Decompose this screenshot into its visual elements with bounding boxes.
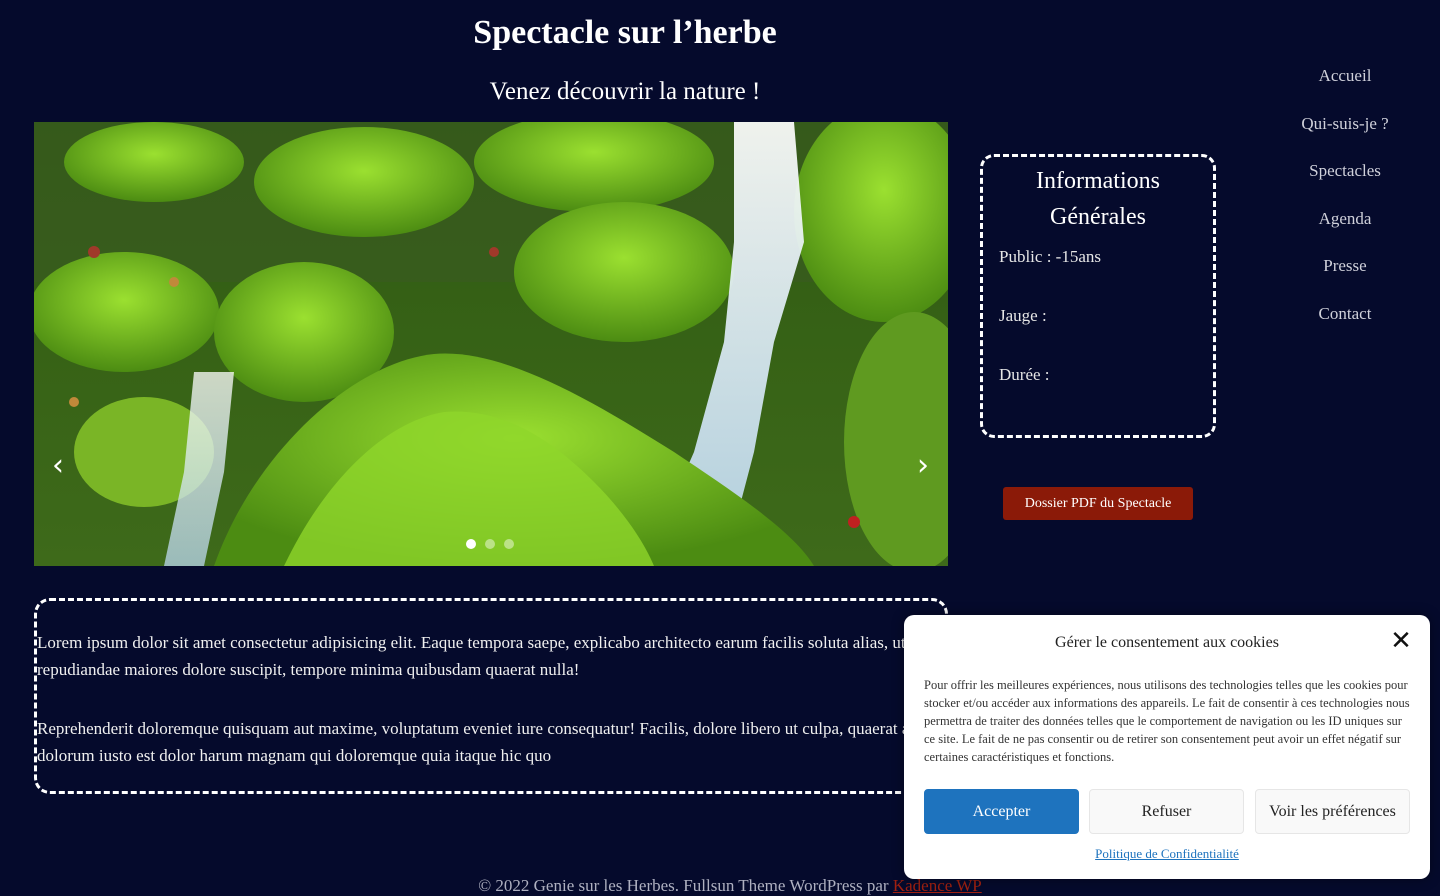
description-paragraph-2: Reprehenderit doloremque quisquam aut ma… (37, 719, 948, 765)
description-paragraph-1: Lorem ipsum dolor sit amet consectetur a… (37, 633, 948, 679)
slider-prev-button[interactable]: ‹ (48, 451, 68, 481)
info-title: Informations Générales (1036, 168, 1160, 230)
nav-item-presse[interactable]: Presse (1323, 252, 1366, 300)
info-box: Informations Générales Public : -15ans J… (980, 154, 1216, 438)
info-jauge: Jauge : (999, 306, 1047, 325)
cookie-preferences-button[interactable]: Voir les préférences (1255, 789, 1410, 834)
info-public: Public : -15ans (999, 247, 1101, 266)
slider-pagination (466, 539, 514, 549)
main-nav: Accueil Qui-suis-je ? Spectacles Agenda … (1262, 62, 1428, 348)
info-duree: Durée : (999, 365, 1050, 384)
description-box: Lorem ipsum dolor sit amet consectetur a… (34, 598, 948, 794)
slider-dot-2[interactable] (485, 539, 495, 549)
slide-image-waterfall (34, 122, 948, 566)
footer-copyright: © 2022 Genie sur les Herbes. Fullsun The… (478, 876, 893, 895)
nav-item-qui-suis-je[interactable]: Qui-suis-je ? (1301, 110, 1388, 158)
cookie-accept-button[interactable]: Accepter (924, 789, 1079, 834)
chevron-right-icon: › (917, 448, 929, 483)
privacy-policy-link[interactable]: Politique de Confidentialité (904, 846, 1430, 862)
nav-item-accueil[interactable]: Accueil (1319, 62, 1372, 110)
image-slider[interactable]: ‹ › (34, 122, 948, 566)
nav-item-spectacles[interactable]: Spectacles (1309, 157, 1381, 205)
nav-item-contact[interactable]: Contact (1319, 300, 1372, 348)
footer: © 2022 Genie sur les Herbes. Fullsun The… (380, 876, 1080, 896)
site-title: Spectacle sur l’herbe (473, 14, 777, 51)
cookie-consent-dialog: Gérer le consentement aux cookies ✕ Pour… (904, 615, 1430, 879)
nav-item-agenda[interactable]: Agenda (1319, 205, 1372, 253)
slider-dot-3[interactable] (504, 539, 514, 549)
cookie-refuse-button[interactable]: Refuser (1089, 789, 1244, 834)
slider-next-button[interactable]: › (913, 451, 933, 481)
cookie-title: Gérer le consentement aux cookies (1055, 634, 1279, 651)
close-icon[interactable]: ✕ (1388, 628, 1414, 654)
site-subtitle: Venez découvrir la nature ! (489, 78, 761, 105)
cookie-description: Pour offrir les meilleures expériences, … (924, 678, 1410, 764)
pdf-dossier-button[interactable]: Dossier PDF du Spectacle (1003, 487, 1193, 520)
chevron-left-icon: ‹ (52, 448, 64, 483)
slider-dot-1[interactable] (466, 539, 476, 549)
